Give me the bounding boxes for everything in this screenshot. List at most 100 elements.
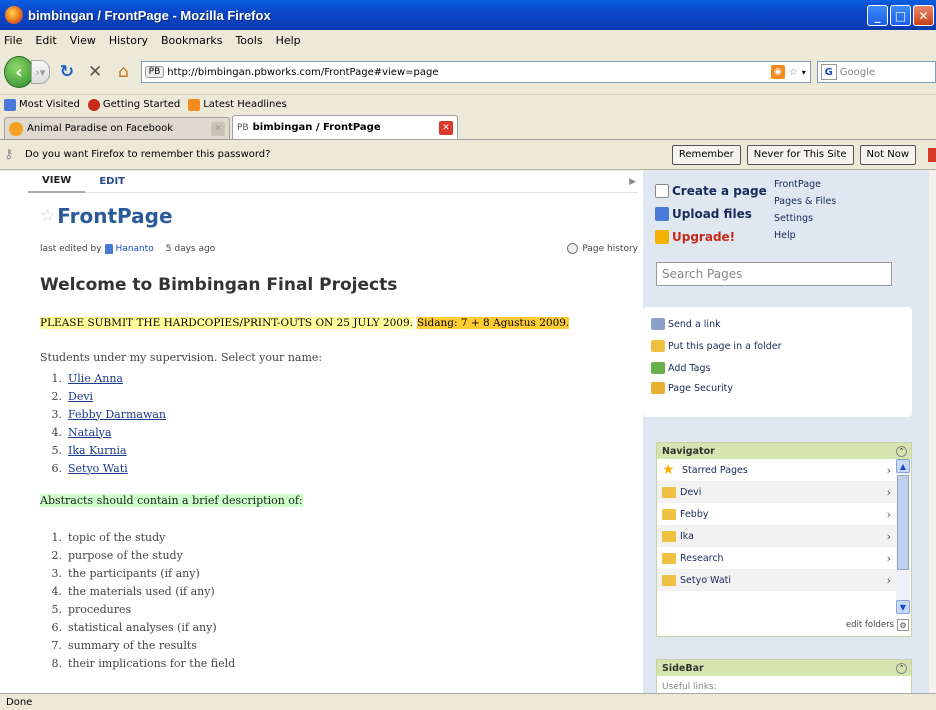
add-tags-button[interactable]: Add Tags bbox=[651, 362, 710, 374]
home-icon[interactable]: ⌂ bbox=[112, 60, 134, 84]
forward-icon[interactable]: ›▾ bbox=[30, 60, 50, 84]
bookmark-most-visited[interactable]: Most Visited bbox=[4, 98, 80, 111]
star-icon[interactable]: ☆ bbox=[40, 206, 55, 226]
list-item: 2. purpose of the study bbox=[51, 548, 183, 562]
tab-animal-paradise[interactable]: Animal Paradise on Facebook ✕ bbox=[4, 117, 230, 139]
site-links: FrontPage Pages & Files Settings Help bbox=[774, 179, 836, 247]
rss-feed-icon[interactable]: ◉ bbox=[770, 65, 785, 79]
url-dropdown-icon[interactable]: ▾ bbox=[802, 68, 806, 77]
student-link-febby-darmawan[interactable]: Febby Darmawan bbox=[68, 408, 166, 421]
firefox-window: bimbingan / FrontPage - Mozilla Firefox … bbox=[0, 0, 936, 710]
wiki-side-panel: Create a page Upload files Upgrade! Fron… bbox=[643, 171, 936, 693]
tag-icon bbox=[651, 362, 665, 374]
stop-icon[interactable]: ✕ bbox=[84, 60, 106, 84]
nav-item-ika[interactable]: Ika › bbox=[657, 525, 897, 547]
nav-item-setyo-wati[interactable]: Setyo Wati › bbox=[657, 569, 897, 591]
bookmark-star-icon[interactable]: ☆ bbox=[789, 67, 798, 78]
page-security-button[interactable]: Page Security bbox=[651, 382, 733, 394]
google-search-engine-icon[interactable]: G bbox=[820, 64, 837, 80]
list-item: 4. Natalya bbox=[51, 425, 112, 439]
gear-icon[interactable]: ⚙ bbox=[897, 619, 909, 631]
put-in-folder-button[interactable]: Put this page in a folder bbox=[651, 340, 782, 352]
collapse-arrow-icon[interactable]: ▶ bbox=[629, 177, 636, 187]
menu-bookmarks[interactable]: Bookmarks bbox=[161, 34, 222, 47]
collapse-icon[interactable]: ⌃ bbox=[896, 445, 907, 457]
link-frontpage[interactable]: FrontPage bbox=[774, 179, 836, 196]
nav-item-research[interactable]: Research › bbox=[657, 547, 897, 569]
link-help[interactable]: Help bbox=[774, 230, 836, 247]
bookmark-label: Most Visited bbox=[19, 99, 80, 110]
title-bar[interactable]: bimbingan / FrontPage - Mozilla Firefox … bbox=[0, 0, 936, 30]
menu-help[interactable]: Help bbox=[276, 34, 301, 47]
menu-history[interactable]: History bbox=[109, 34, 148, 47]
collapse-icon[interactable]: ⌃ bbox=[896, 662, 907, 674]
never-for-this-site-button[interactable]: Never for This Site bbox=[746, 144, 854, 165]
url-text[interactable]: http://bimbingan.pbworks.com/FrontPage#v… bbox=[167, 67, 438, 78]
nav-item-label: Devi bbox=[680, 486, 702, 498]
page-content: VIEW EDIT ▶ ☆ FrontPage last edited by H… bbox=[0, 171, 936, 693]
abstract-item: procedures bbox=[68, 602, 132, 616]
student-link-devi[interactable]: Devi bbox=[68, 390, 93, 403]
student-link-ulie-anna[interactable]: Ulie Anna bbox=[68, 372, 123, 385]
tab-close-icon[interactable]: ✕ bbox=[439, 120, 453, 135]
upload-files-button[interactable]: Upload files bbox=[655, 202, 767, 225]
action-label: Create a page bbox=[672, 183, 767, 198]
bookmark-getting-started[interactable]: Getting Started bbox=[87, 98, 180, 111]
tab-edit[interactable]: EDIT bbox=[85, 171, 139, 193]
students-intro: Students under my supervision. Select yo… bbox=[40, 351, 323, 364]
back-icon[interactable]: ‹ bbox=[4, 56, 34, 88]
search-box[interactable]: G Google bbox=[816, 61, 936, 83]
not-now-button[interactable]: Not Now bbox=[859, 144, 916, 165]
tool-label: Page Security bbox=[668, 382, 734, 394]
edited-by-label: last edited by bbox=[40, 243, 102, 254]
tab-close-icon[interactable]: ✕ bbox=[211, 121, 225, 136]
nav-item-starred-pages[interactable]: ★ Starred Pages › bbox=[657, 459, 897, 481]
url-bar[interactable]: PB http://bimbingan.pbworks.com/FrontPag… bbox=[140, 61, 811, 83]
scroll-up-icon[interactable]: ▲ bbox=[896, 459, 910, 473]
page-history-link[interactable]: Page history bbox=[567, 243, 638, 254]
navigator-scrollbar[interactable]: ▲ ▼ bbox=[896, 459, 910, 614]
upgrade-button[interactable]: Upgrade! bbox=[655, 225, 767, 248]
reload-icon[interactable]: ↻ bbox=[56, 60, 78, 84]
menu-file[interactable]: File bbox=[4, 34, 22, 47]
search-pages-input[interactable]: Search Pages bbox=[656, 262, 892, 286]
bookmark-latest-headlines[interactable]: Latest Headlines bbox=[188, 98, 287, 111]
chevron-right-icon: › bbox=[886, 573, 891, 587]
folder-icon bbox=[662, 530, 676, 542]
list-item: 5. Ika Kurnia bbox=[51, 443, 127, 457]
close-icon[interactable]: ✕ bbox=[913, 5, 934, 26]
list-item: 6. Setyo Wati bbox=[51, 461, 128, 475]
list-item: 3. the participants (if any) bbox=[51, 566, 200, 580]
remember-button[interactable]: Remember bbox=[671, 144, 741, 165]
search-placeholder: Google bbox=[839, 66, 876, 78]
nav-item-devi[interactable]: Devi › bbox=[657, 481, 897, 503]
student-link-natalya[interactable]: Natalya bbox=[68, 426, 111, 439]
minimize-icon[interactable]: _ bbox=[867, 5, 888, 26]
abstract-items-list: 1. topic of the study 2. purpose of the st… bbox=[48, 528, 236, 672]
edit-folders-link[interactable]: edit folders bbox=[846, 620, 894, 630]
menu-tools[interactable]: Tools bbox=[235, 34, 262, 47]
menu-view[interactable]: View bbox=[70, 34, 96, 47]
link-pages-files[interactable]: Pages & Files bbox=[774, 196, 836, 213]
page-tools: Send a link Put this page in a folder Ad… bbox=[643, 307, 912, 417]
student-link-ika-kurnia[interactable]: Ika Kurnia bbox=[68, 444, 127, 457]
page-scrollbar[interactable] bbox=[929, 171, 936, 693]
create-page-button[interactable]: Create a page bbox=[655, 179, 767, 202]
send-link-button[interactable]: Send a link bbox=[651, 318, 721, 330]
link-settings[interactable]: Settings bbox=[774, 213, 836, 230]
nav-item-label: Setyo Wati bbox=[680, 574, 732, 586]
tab-label: bimbingan / FrontPage bbox=[252, 122, 381, 133]
maximize-icon[interactable]: □ bbox=[890, 5, 911, 26]
nav-item-febby[interactable]: Febby › bbox=[657, 503, 897, 525]
notification-close-icon[interactable] bbox=[928, 148, 936, 162]
editor-link[interactable]: Hananto bbox=[116, 244, 154, 254]
tab-frontpage[interactable]: PB bimbingan / FrontPage ✕ bbox=[232, 115, 458, 139]
menu-edit[interactable]: Edit bbox=[35, 34, 56, 47]
tool-label: Put this page in a folder bbox=[668, 340, 782, 352]
key-icon: ⚷ bbox=[4, 146, 14, 162]
student-link-setyo-wati[interactable]: Setyo Wati bbox=[68, 462, 128, 475]
scroll-thumb[interactable] bbox=[897, 475, 909, 570]
tab-view[interactable]: VIEW bbox=[28, 171, 86, 193]
scroll-down-icon[interactable]: ▼ bbox=[896, 600, 910, 614]
site-identity-badge[interactable]: PB bbox=[144, 66, 165, 78]
